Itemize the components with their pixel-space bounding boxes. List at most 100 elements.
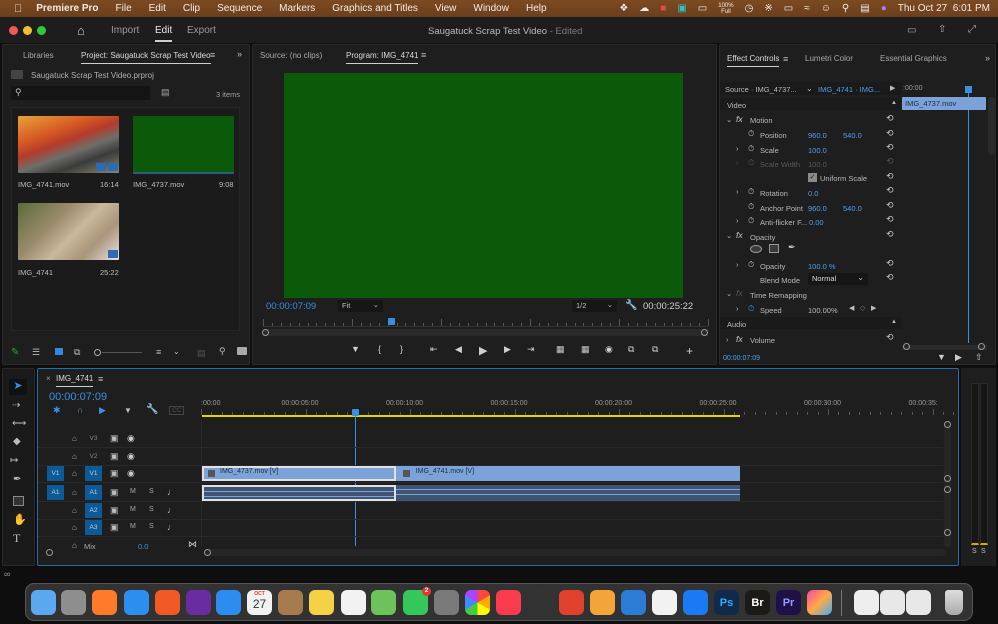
collapse-icon[interactable]: ▲ [891, 319, 897, 325]
zoom-level-select[interactable]: Fit ⌄ [338, 300, 383, 312]
dock-app-launchpad[interactable] [61, 590, 86, 615]
antiflicker-value[interactable]: 0.00 [809, 218, 824, 227]
panel-menu-icon[interactable]: ≡ [783, 54, 788, 64]
insert-icon[interactable]: ▦ [556, 344, 581, 358]
add-button-icon[interactable]: + [686, 344, 693, 358]
dock-app-trash[interactable] [945, 590, 963, 615]
nest-icon[interactable]: ✱ [53, 405, 61, 416]
menu-clip[interactable]: Clip [183, 3, 200, 14]
go-to-in-icon[interactable]: ⇤ [430, 344, 455, 358]
reset-icon[interactable]: ⟲ [886, 200, 894, 211]
lock-icon[interactable]: ⌂ [72, 434, 77, 443]
lock-icon[interactable]: ⌂ [72, 488, 77, 497]
stopwatch-active-icon[interactable]: ⏱ [748, 304, 754, 314]
expand-icon[interactable]: › [736, 144, 739, 153]
lock-app-icon[interactable]: ■ [660, 3, 666, 14]
tab-lumetri-color[interactable]: Lumetri Color [805, 54, 853, 63]
menu-app-name[interactable]: Premiere Pro [36, 3, 98, 14]
dock-app-firefox[interactable] [92, 590, 117, 615]
export-icon[interactable]: ⇧ [975, 352, 983, 363]
reset-icon[interactable]: ⟲ [886, 214, 894, 225]
reset-icon[interactable]: ⟲ [886, 113, 894, 124]
timeline-timecode[interactable]: 00:00:07:09 [49, 391, 107, 403]
dock-app-calendar[interactable]: OCT 27 [247, 590, 272, 615]
stopwatch-icon[interactable]: ⏱ [748, 129, 754, 139]
dock-app-creative-cloud[interactable] [807, 590, 832, 615]
dock-app-pages[interactable] [652, 590, 677, 615]
step-forward-icon[interactable]: ▶ [504, 344, 527, 358]
track-select-tool-icon[interactable]: ⇢ [12, 400, 20, 411]
dock-app-transmit[interactable] [590, 590, 615, 615]
close-sequence-icon[interactable]: × [46, 374, 51, 383]
fx-icon[interactable]: fx [736, 230, 743, 240]
dock-app-messages[interactable]: 2 [403, 587, 431, 615]
sync-lock-icon[interactable]: ▣ [110, 487, 119, 498]
zoom-slider-track[interactable] [102, 352, 142, 353]
stopwatch-icon[interactable]: ⏱ [748, 202, 754, 212]
opacity-expand-icon[interactable]: ⌄ [726, 231, 732, 240]
icon-view-icon[interactable] [55, 348, 63, 355]
clip-img-4737-video[interactable]: IMG_4737.mov [V] [202, 466, 396, 481]
battery-icon[interactable]: ▭ [784, 3, 793, 14]
track-target-v1[interactable]: V1 [85, 466, 102, 481]
scroll-handle-bottom[interactable] [944, 475, 951, 482]
solo-left-button[interactable]: S [972, 548, 977, 555]
new-bin-icon[interactable]: ▤ [161, 87, 170, 98]
expand-icon[interactable]: › [736, 304, 739, 313]
type-tool-icon[interactable]: T [13, 531, 20, 546]
eye-icon[interactable]: ◉ [127, 468, 135, 479]
solo-button[interactable]: S [149, 488, 154, 495]
solo-button[interactable]: S [149, 506, 154, 513]
dock-app-printer[interactable] [528, 590, 553, 615]
filter-icon[interactable]: ▼ [937, 352, 946, 362]
linked-selection-icon[interactable]: ▶ [99, 405, 106, 416]
tab-effect-controls[interactable]: Effect Controls [727, 54, 780, 67]
next-keyframe-icon[interactable]: ▶ [871, 304, 876, 312]
add-marker-icon[interactable]: ▼ [351, 344, 378, 358]
expand-icon[interactable]: › [726, 335, 729, 344]
resolution-select[interactable]: 1/2 ⌄ [572, 300, 617, 312]
collapse-icon[interactable]: ▲ [891, 100, 897, 106]
reset-icon[interactable]: ⟲ [886, 128, 894, 139]
home-icon[interactable]: ⌂ [77, 23, 85, 38]
panel-menu-icon[interactable]: ≡ [210, 50, 215, 60]
panel-menu-icon[interactable]: ≡ [98, 374, 103, 384]
dock-app-tor-browser[interactable] [186, 590, 211, 615]
menu-window[interactable]: Window [473, 3, 509, 14]
ec-zoom-bar[interactable] [902, 345, 987, 350]
scroll-handle-right[interactable] [978, 343, 985, 350]
bluetooth-icon[interactable]: ※ [764, 3, 772, 14]
work-area-bar[interactable] [202, 415, 740, 417]
menu-file[interactable]: File [116, 3, 132, 14]
dock-app-photoshop[interactable]: Ps [714, 590, 739, 615]
comparison-view-icon[interactable]: ⧉ [628, 344, 652, 358]
mix-value[interactable]: 0.0 [138, 542, 148, 551]
dock-app-parallels[interactable] [559, 590, 584, 615]
dock-app-music[interactable] [496, 590, 521, 615]
export-frame-icon[interactable]: ◉ [605, 344, 628, 358]
clip-img-4737-audio[interactable] [202, 485, 396, 501]
tab-project[interactable]: Project: Saugatuck Scrap Test Video [81, 51, 211, 64]
slip-tool-icon[interactable]: ↦ [10, 455, 18, 466]
more-panels-icon[interactable]: » [237, 49, 242, 59]
play-audio-icon[interactable]: ▶ [955, 352, 962, 363]
panel-menu-icon[interactable]: ≡ [421, 50, 426, 60]
zoom-window-button[interactable] [37, 26, 46, 35]
scroll-handle-top[interactable] [944, 421, 951, 428]
dropbox-icon[interactable]: ❖ [619, 3, 628, 14]
prev-keyframe-icon[interactable]: ◀ [849, 304, 854, 312]
wifi-icon[interactable]: ≈ [804, 3, 810, 14]
lock-icon[interactable]: ⌂ [72, 506, 77, 515]
apple-icon[interactable]:  [14, 3, 22, 15]
lock-icon[interactable]: ⌂ [72, 523, 77, 532]
captions-icon[interactable]: CC [169, 406, 185, 415]
ec-mini-scrollbar[interactable] [988, 97, 995, 155]
menu-help[interactable]: Help [526, 3, 547, 14]
uniform-scale-checkbox[interactable]: ✓ [808, 173, 817, 182]
dock-app-premiere-pro[interactable]: Pr [776, 590, 801, 615]
go-to-out-icon[interactable]: ⇥ [527, 344, 556, 358]
dock-app-notes[interactable] [309, 590, 334, 615]
dock-app-photos-window[interactable] [906, 590, 931, 615]
mute-button[interactable]: M [130, 488, 136, 495]
siri-icon[interactable]: ● [881, 3, 887, 14]
